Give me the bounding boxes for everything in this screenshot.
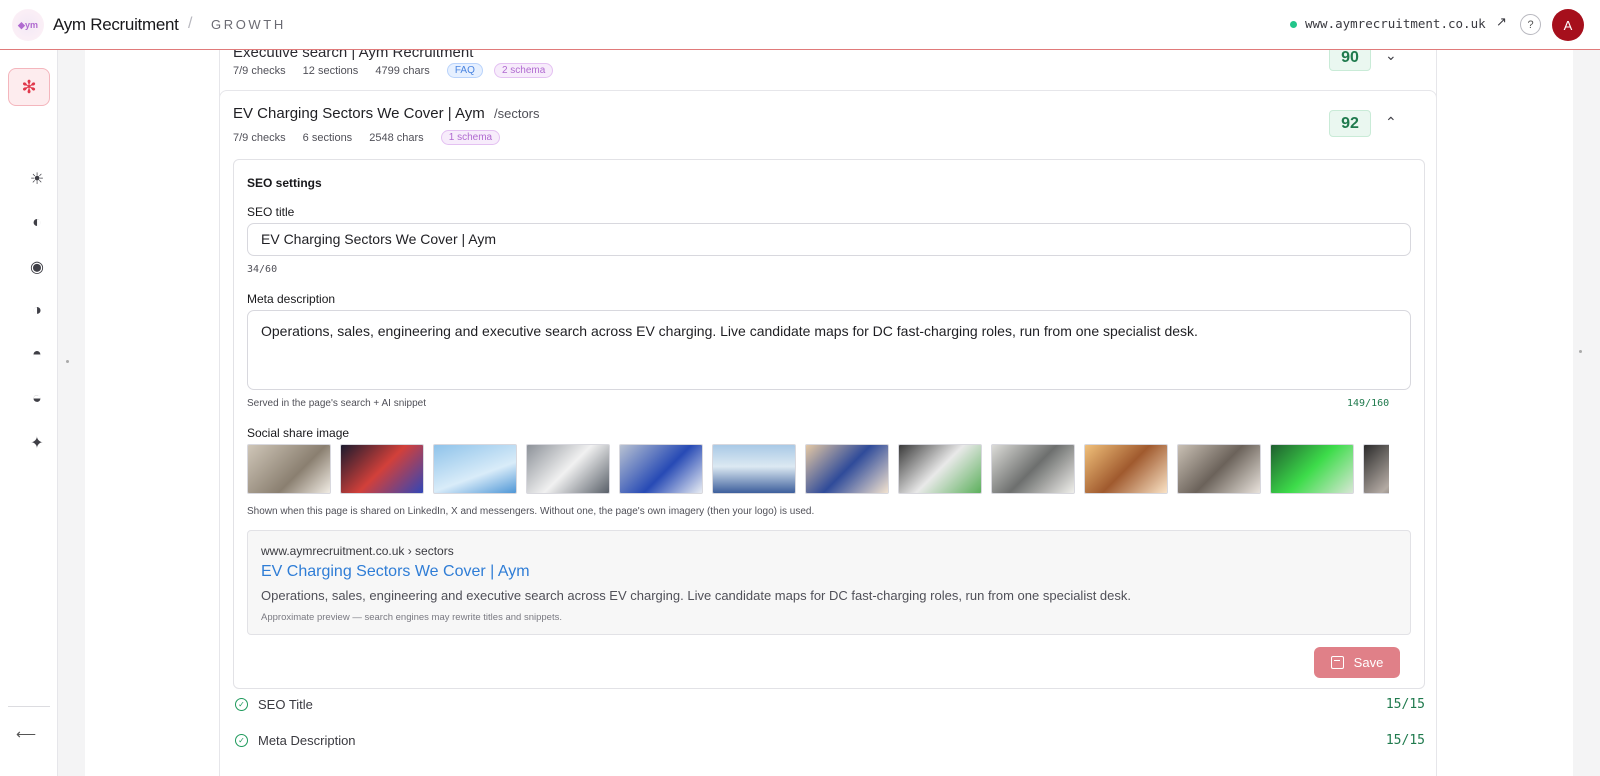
check-row[interactable]: ✓ Meta Description 15/15	[235, 730, 1425, 754]
preview-description: Operations, sales, engineering and execu…	[261, 588, 1132, 603]
top-half-circle-icon[interactable]: ◓	[25, 343, 49, 367]
chevron-up-icon[interactable]: ⌃	[1385, 114, 1397, 131]
schema-badge: 1 schema	[440, 130, 501, 145]
collapse-sidebar-icon[interactable]: ⟵	[16, 726, 36, 743]
social-image-label: Social share image	[247, 426, 350, 440]
user-avatar[interactable]: A	[1552, 9, 1584, 41]
chars-count: 4799 chars	[375, 65, 430, 77]
chars-count: 2548 chars	[369, 132, 424, 144]
chevron-down-icon[interactable]: ⌄	[1385, 50, 1397, 64]
brand-logo[interactable]: ◆ym	[12, 9, 44, 41]
sparkle-icon[interactable]: ✦	[25, 431, 49, 455]
main-content: Executive search | Aym Recruitment 7/9 c…	[85, 50, 1573, 776]
preview-url: www.aymrecruitment.co.uk › sectors	[261, 544, 454, 558]
thumb-team-meeting[interactable]	[1084, 444, 1168, 494]
thumb-green-garage[interactable]	[1270, 444, 1354, 494]
faq-badge: FAQ	[446, 63, 483, 78]
target-icon[interactable]: ◉	[25, 255, 49, 279]
social-image-help: Shown when this page is shared on Linked…	[247, 506, 815, 517]
social-image-picker[interactable]	[247, 444, 1389, 494]
thumb-street-charger[interactable]	[526, 444, 610, 494]
check-label: Meta Description	[258, 733, 356, 748]
check-score: 15/15	[1385, 733, 1425, 748]
breadcrumb-separator: /	[188, 15, 193, 32]
meta-description-counter: 149/160	[1347, 398, 1390, 409]
preview-title: EV Charging Sectors We Cover | Aym	[261, 563, 530, 580]
seo-title-counter: 34/60	[247, 264, 278, 275]
external-link-icon[interactable]: ↗	[1496, 14, 1507, 30]
site-status-dot	[1290, 21, 1297, 28]
thumb-ev-charger-plug[interactable]	[247, 444, 331, 494]
meta-description-label: Meta description	[247, 292, 336, 306]
top-bar: ◆ym Aym Recruitment / GROWTH www.aymrecr…	[0, 0, 1600, 50]
section-title: GROWTH	[211, 17, 286, 32]
sections-count: 6 sections	[302, 132, 353, 144]
asterisk-icon[interactable]: ✻	[8, 68, 50, 106]
checks-count: 7/9 checks	[233, 65, 286, 77]
schema-badge: 2 schema	[493, 63, 554, 78]
thumb-solar-panels[interactable]	[712, 444, 796, 494]
check-label: SEO Title	[258, 697, 313, 712]
thumb-woman-office[interactable]	[805, 444, 889, 494]
page-path: /sectors	[494, 106, 540, 121]
thumb-blue-plug[interactable]	[619, 444, 703, 494]
check-score: 15/15	[1385, 697, 1425, 712]
seo-settings-heading: SEO settings	[247, 176, 322, 190]
thumb-open-office[interactable]	[991, 444, 1075, 494]
drag-handle-dot	[66, 360, 69, 363]
help-button[interactable]: ?	[1520, 14, 1541, 35]
sidebar-divider	[8, 706, 50, 707]
bottom-half-circle-icon[interactable]: ◒	[25, 387, 49, 411]
page-row-meta: 7/9 checks 12 sections 4799 chars FAQ 2 …	[233, 63, 561, 78]
page-row-title[interactable]: Executive search | Aym Recruitment	[233, 50, 473, 61]
seo-title-label: SEO title	[247, 205, 295, 219]
sidebar: ✻ ☀ ◐ ◉ ◑ ◓ ◒ ✦ ⟵	[0, 50, 58, 776]
save-icon	[1330, 656, 1344, 669]
brand-name[interactable]: Aym Recruitment	[53, 15, 179, 35]
save-button[interactable]: Save	[1314, 647, 1400, 678]
site-url-link[interactable]: www.aymrecruitment.co.uk	[1305, 16, 1486, 31]
thumb-desk-team[interactable]	[1177, 444, 1261, 494]
seo-title-input[interactable]: EV Charging Sectors We Cover | Aym	[247, 223, 1411, 256]
check-row[interactable]: ✓ SEO Title 15/15	[235, 694, 1425, 718]
thumb-pylon-sky[interactable]	[433, 444, 517, 494]
contrast-icon[interactable]: ◑	[25, 299, 49, 323]
page-row-title[interactable]: EV Charging Sectors We Cover | Aym	[233, 105, 485, 122]
page-row-meta: 7/9 checks 6 sections 2548 chars 1 schem…	[233, 130, 508, 145]
seo-score-badge: 92	[1329, 110, 1371, 137]
seo-settings-panel: SEO settings SEO title EV Charging Secto…	[233, 159, 1425, 689]
thumb-parking-chargers[interactable]	[898, 444, 982, 494]
seo-score-badge: 90	[1329, 50, 1371, 71]
preview-note: Approximate preview — search engines may…	[261, 612, 562, 623]
sun-icon[interactable]: ☀	[25, 167, 49, 191]
thumb-charging-car[interactable]	[1363, 444, 1389, 494]
edge-handle-dot	[1579, 350, 1582, 353]
meta-description-help: Served in the page's search + AI snippet	[247, 398, 426, 409]
save-label: Save	[1353, 655, 1384, 670]
checks-count: 7/9 checks	[233, 132, 286, 144]
sections-count: 12 sections	[302, 65, 359, 77]
half-circle-icon[interactable]: ◐	[25, 211, 49, 235]
search-preview: www.aymrecruitment.co.uk › sectors EV Ch…	[247, 530, 1411, 635]
meta-description-textarea[interactable]: Operations, sales, engineering and execu…	[247, 310, 1411, 390]
thumb-neon-charger[interactable]	[340, 444, 424, 494]
check-circle-icon: ✓	[235, 698, 248, 711]
check-circle-icon: ✓	[235, 734, 248, 747]
